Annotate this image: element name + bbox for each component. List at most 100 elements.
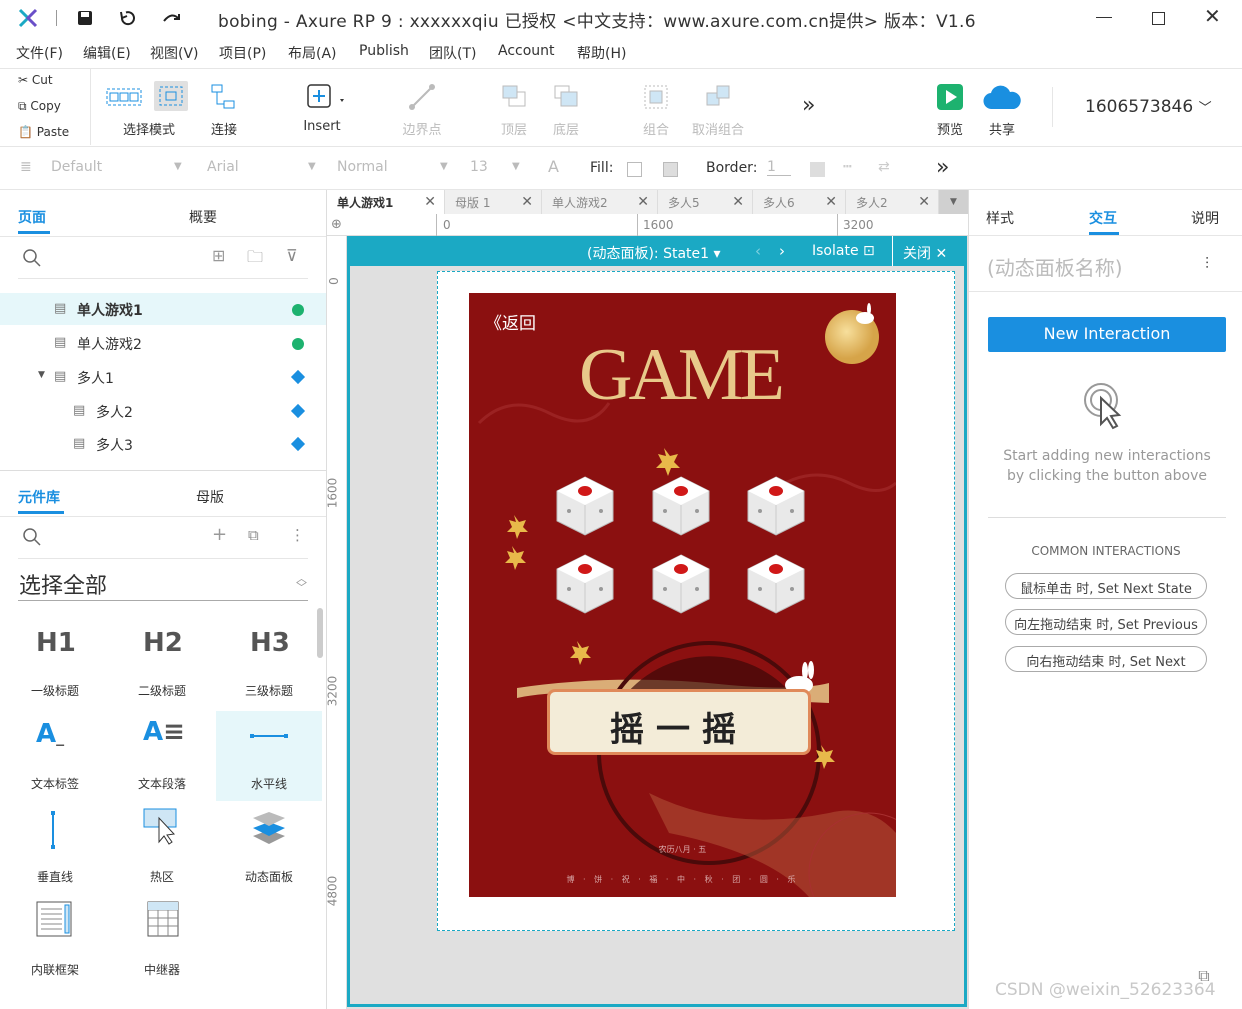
doc-tab-1[interactable]: 单人游戏1 ✕ [327,190,445,214]
select-mode-button[interactable]: 选择模式 [104,81,194,141]
canvas[interactable]: (动态面板): State1 ▾ ‹ › Isolate ⊡ 关闭 ✕ 《返回 … [347,236,968,1009]
close-tab-icon[interactable]: ✕ [521,194,533,210]
widget-vline[interactable]: 垂直线 [2,804,108,892]
tabs-overflow-dropdown[interactable]: ▼ [939,190,968,214]
tab-interactions[interactable]: 交互 [1089,208,1117,228]
share-button[interactable]: 共享 [980,81,1024,141]
copy-button[interactable]: ⧉ Copy [18,99,61,114]
close-tab-icon[interactable]: ✕ [637,194,649,210]
border-style-icon[interactable]: ┅ [843,159,851,175]
account-dropdown[interactable]: 1606573846 ﹀ [1085,97,1212,117]
widget-h2[interactable]: H2 二级标题 [109,618,215,706]
close-window-button[interactable]: ✕ [1204,4,1221,28]
more-tools-icon[interactable]: » [802,93,815,118]
expand-arrow-icon[interactable]: ▼ [38,370,45,380]
font-size-select[interactable]: 13 [470,159,488,175]
search-icon[interactable] [22,527,42,547]
page-item-2[interactable]: ▤ 单人游戏2 [0,327,326,359]
arrow-style-icon[interactable]: ⇄ [878,159,890,175]
widget-inline-frame[interactable]: 内联框架 [2,897,108,985]
redo-icon[interactable] [162,9,182,27]
tab-notes[interactable]: 说明 [1191,208,1219,228]
tab-masters[interactable]: 母版 [196,487,224,507]
menu-layout[interactable]: 布局(A) [288,43,337,63]
widget-text-label[interactable]: A_ 文本标签 [2,711,108,799]
maximize-button[interactable] [1152,12,1165,25]
minimize-button[interactable] [1096,17,1112,18]
menu-project[interactable]: 项目(P) [219,43,266,63]
insert-button[interactable]: Insert [296,81,348,141]
widget-hline[interactable]: 水平线 [216,711,322,801]
cut-button[interactable]: ✂ Cut [18,73,53,87]
menu-publish[interactable]: Publish [359,43,409,59]
filter-icon[interactable]: ⊽ [286,246,298,265]
menu-edit[interactable]: 编辑(E) [83,43,131,63]
doc-tab-4[interactable]: 多人5 ✕ [658,190,753,214]
add-page-icon[interactable]: ⊞ [212,246,225,265]
panel-name-input[interactable]: (动态面板名称) [987,252,1123,281]
save-icon[interactable] [76,9,94,27]
preview-button[interactable]: 预览 [928,81,972,141]
common-interaction-3[interactable]: 向右拖动结束 时, Set Next [1005,646,1207,672]
add-folder-icon[interactable]: 🗀 [247,246,263,273]
close-tab-icon[interactable]: ✕ [424,194,436,210]
weight-select[interactable]: Normal [337,159,388,175]
shake-button[interactable]: 摇一摇 [547,689,811,755]
paste-button[interactable]: 📋 Paste [18,125,69,139]
undo-icon[interactable] [118,9,136,27]
ungroup-button[interactable]: 取消组合 [688,81,748,141]
border-color-swatch[interactable] [810,162,825,177]
search-icon[interactable] [22,248,42,268]
prev-state-icon[interactable]: ‹ [755,242,761,260]
library-stack-icon[interactable]: ⧉ [248,526,259,544]
doc-tab-5[interactable]: 多人6 ✕ [753,190,846,214]
settings-sliders-icon[interactable]: ⫶ [1205,254,1209,274]
close-panel-button[interactable]: 关闭 ✕ [903,243,947,263]
new-interaction-button[interactable]: New Interaction [988,317,1226,352]
widget-h3[interactable]: H3 三级标题 [216,618,322,706]
more-styles-icon[interactable]: » [936,155,949,180]
menu-help[interactable]: 帮助(H) [577,43,626,63]
more-vertical-icon[interactable]: ⋮ [290,526,305,544]
style-select[interactable]: Default [51,159,102,175]
boundary-button[interactable]: 边界点 [398,81,446,141]
widget-dynamic-panel[interactable]: 动态面板 [216,804,322,892]
connect-button[interactable]: 连接 [200,81,248,141]
doc-tab-6[interactable]: 多人2 ✕ [846,190,939,214]
next-state-icon[interactable]: › [779,242,785,260]
back-link[interactable]: 《返回 [485,309,536,334]
tab-outline[interactable]: 概要 [189,207,217,227]
page-item-1[interactable]: ▤ 单人游戏1 [0,293,326,325]
page-item-4[interactable]: ▤ 多人2 [0,395,326,427]
tab-pages[interactable]: 页面 [18,207,46,227]
widget-hotspot[interactable]: 热区 [109,804,215,892]
page-item-3[interactable]: ▼ ▤ 多人1 [0,361,326,393]
library-select[interactable]: 选择全部 [19,568,107,600]
page-item-5[interactable]: ▤ 多人3 [0,428,326,460]
fill-color-swatch[interactable] [627,162,642,177]
tab-style[interactable]: 样式 [986,208,1014,228]
close-tab-icon[interactable]: ✕ [732,194,744,210]
font-select[interactable]: Arial [207,159,239,175]
menu-account[interactable]: Account [498,43,555,59]
doc-tab-3[interactable]: 单人游戏2 ✕ [542,190,658,214]
widget-h1[interactable]: H1 一级标题 [2,618,108,706]
widget-paragraph[interactable]: A≡ 文本段落 [109,711,215,799]
select-contain-icon[interactable] [154,81,188,111]
menu-view[interactable]: 视图(V) [150,43,199,63]
widget-repeater[interactable]: 中继器 [109,897,215,985]
common-interaction-1[interactable]: 鼠标单击 时, Set Next State [1005,573,1207,599]
close-tab-icon[interactable]: ✕ [825,194,837,210]
panel-state-dropdown[interactable]: (动态面板): State1 ▾ [587,243,721,263]
group-button[interactable]: 组合 [632,81,680,141]
menu-team[interactable]: 团队(T) [429,43,476,63]
close-tab-icon[interactable]: ✕ [918,194,930,210]
common-interaction-2[interactable]: 向左拖动结束 时, Set Previous [1005,609,1207,635]
menu-file[interactable]: 文件(F) [16,43,63,63]
send-back-button[interactable]: 底层 [542,81,590,141]
isolate-button[interactable]: Isolate ⊡ [812,243,875,259]
doc-tab-2[interactable]: 母版 1 ✕ [445,190,542,214]
fill-shadow-swatch[interactable] [663,162,678,177]
add-library-icon[interactable]: + [212,524,227,545]
font-color-icon[interactable]: A [548,157,559,176]
